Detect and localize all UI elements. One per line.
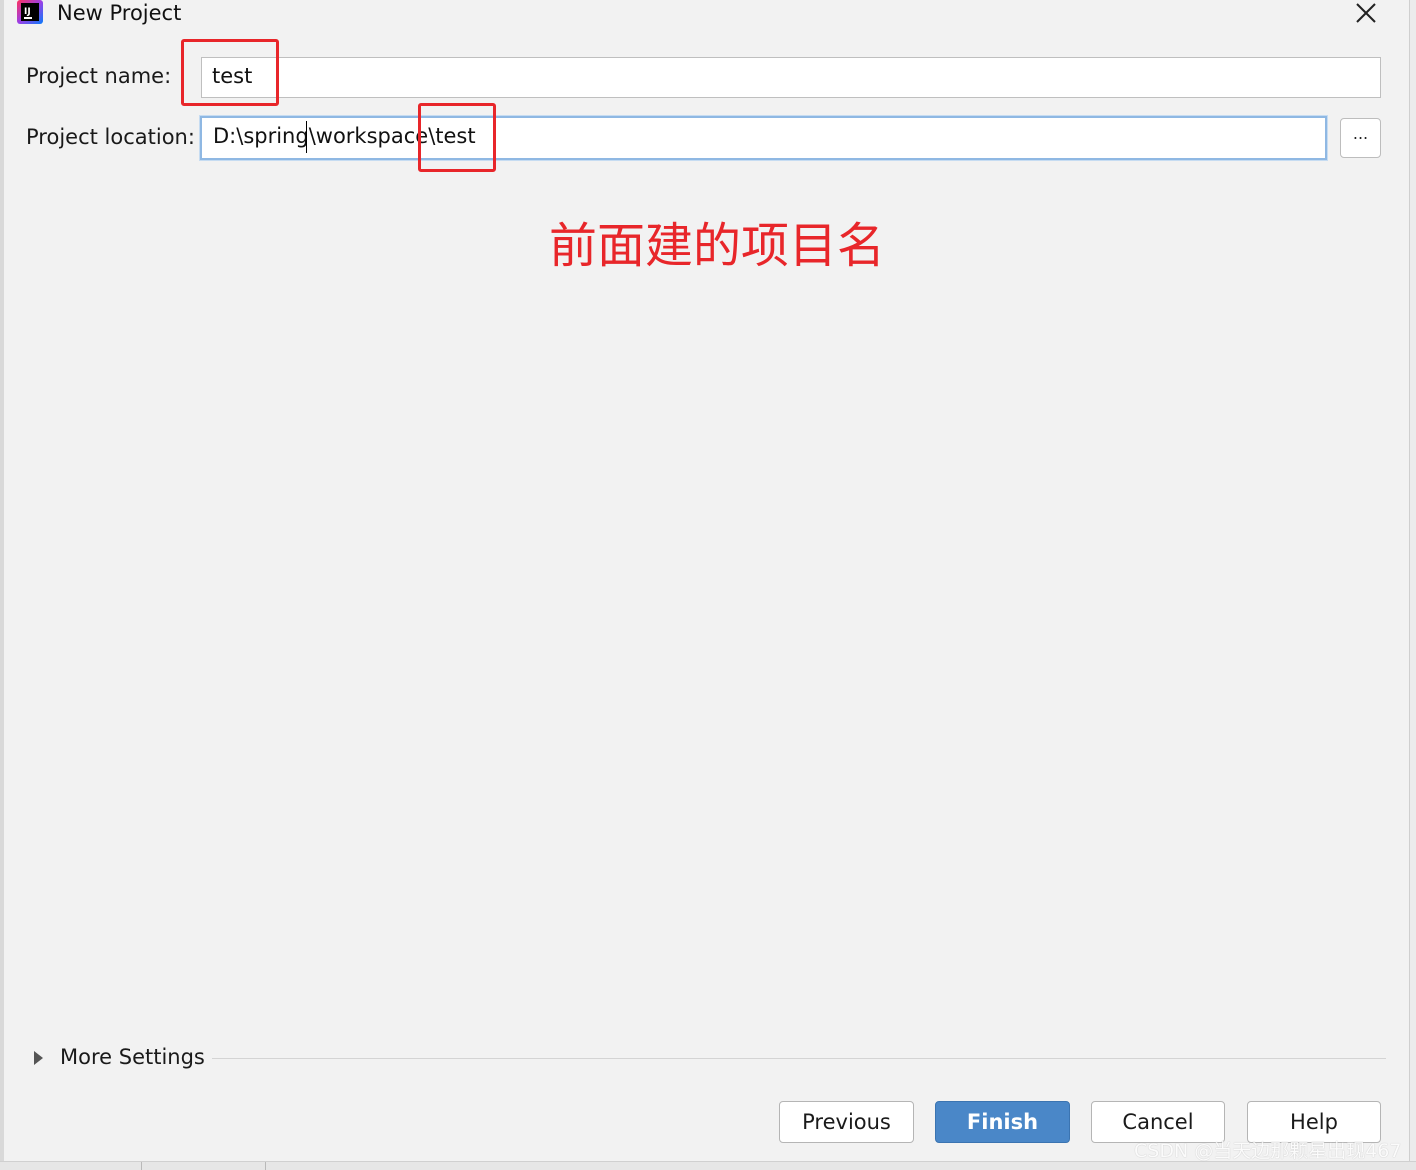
annotation-text: 前面建的项目名 (549, 218, 886, 274)
text-caret (306, 121, 307, 153)
window-title: New Project (57, 1, 182, 25)
previous-button[interactable]: Previous (779, 1101, 914, 1143)
window-left-border (0, 0, 4, 1170)
project-name-label: Project name: (26, 64, 172, 88)
browse-button[interactable]: ... (1340, 118, 1381, 158)
watermark: CSDN @当天边那颗星出现467 (1134, 1140, 1402, 1162)
window-right-border (1409, 0, 1416, 1170)
more-settings-divider (212, 1058, 1386, 1059)
project-location-input[interactable]: D:\spring\workspace\test (200, 116, 1327, 160)
annotation-box-location-folder (418, 103, 496, 172)
intellij-idea-icon: IJ (17, 0, 43, 24)
annotation-box-project-name (181, 39, 279, 106)
project-location-label: Project location: (26, 125, 195, 149)
more-settings-label: More Settings (60, 1045, 205, 1069)
triangle-right-icon (34, 1051, 43, 1065)
svg-text:IJ: IJ (24, 7, 31, 17)
finish-button[interactable]: Finish (935, 1101, 1070, 1143)
close-icon[interactable] (1352, 0, 1380, 28)
cancel-button[interactable]: Cancel (1091, 1101, 1225, 1143)
title-bar: IJ New Project (0, 0, 1416, 30)
project-name-input[interactable]: test (201, 57, 1381, 98)
help-button[interactable]: Help (1247, 1101, 1381, 1143)
